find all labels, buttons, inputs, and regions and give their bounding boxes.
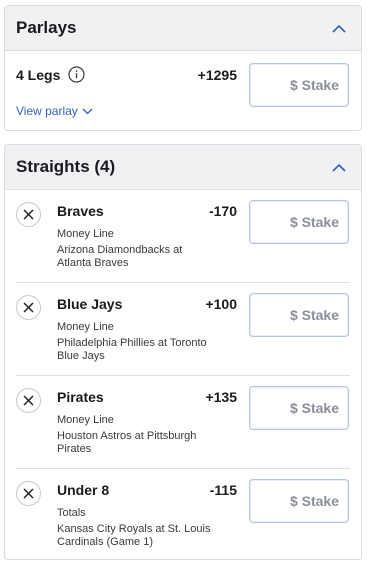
bet-selection: Blue Jays (57, 296, 123, 312)
info-icon[interactable] (68, 66, 85, 83)
parlays-card: Parlays 4 Legs +1295 $ Stake View parlay (4, 5, 362, 131)
bet-row: Blue Jays Money Line Philadelphia Philli… (5, 283, 361, 376)
straights-title: Straights (4) (16, 157, 116, 176)
bet-stake-input[interactable]: $ Stake (249, 293, 349, 337)
chevron-down-icon (82, 108, 93, 114)
remove-bet-button[interactable] (16, 388, 41, 413)
parlay-legs: 4 Legs (16, 66, 85, 83)
bet-game: Houston Astros at Pittsburgh Pirates (57, 430, 197, 455)
bet-row: Under 8 Totals Kansas City Royals at St.… (5, 469, 361, 559)
parlays-title: Parlays (16, 18, 77, 37)
bet-stake-input[interactable]: $ Stake (249, 386, 349, 430)
remove-bet-button[interactable] (16, 295, 41, 320)
bet-row: Pirates Money Line Houston Astros at Pit… (5, 376, 361, 469)
bet-stake-input[interactable]: $ Stake (249, 479, 349, 523)
bet-odds: -170 (208, 203, 237, 219)
bet-market: Money Line (57, 228, 114, 240)
bet-market: Money Line (57, 414, 114, 426)
bet-selection: Under 8 (57, 482, 110, 498)
view-parlay-link[interactable]: View parlay (16, 104, 93, 118)
bet-game: Philadelphia Phillies at Toronto Blue Ja… (57, 337, 207, 362)
parlay-legs-label: 4 Legs (16, 66, 61, 83)
close-icon (23, 302, 34, 313)
straights-card: Straights (4) Braves Money Line Arizona … (4, 144, 362, 560)
chevron-up-icon[interactable] (328, 156, 350, 178)
parlay-stake-input[interactable]: $ Stake (249, 63, 349, 107)
bet-row: Braves Money Line Arizona Diamondbacks a… (5, 190, 361, 283)
close-icon (23, 209, 34, 220)
bet-odds: +135 (205, 389, 237, 405)
bet-market: Money Line (57, 321, 114, 333)
bet-stake-input[interactable]: $ Stake (249, 200, 349, 244)
chevron-up-icon[interactable] (328, 17, 350, 39)
remove-bet-button[interactable] (16, 202, 41, 227)
straights-header[interactable]: Straights (4) (5, 145, 361, 190)
bet-selection: Pirates (57, 389, 104, 405)
bet-odds: -115 (209, 482, 237, 498)
close-icon (23, 395, 34, 406)
remove-bet-button[interactable] (16, 481, 41, 506)
bet-market: Totals (57, 507, 86, 519)
bet-selection: Braves (57, 203, 104, 219)
bet-game: Arizona Diamondbacks at Atlanta Braves (57, 244, 183, 269)
parlays-header[interactable]: Parlays (5, 6, 361, 51)
bet-odds: +100 (205, 296, 237, 312)
close-icon (23, 488, 34, 499)
parlay-odds: +1295 (197, 67, 237, 83)
bet-game: Kansas City Royals at St. Louis Cardinal… (57, 523, 211, 548)
view-parlay-label: View parlay (16, 104, 78, 118)
